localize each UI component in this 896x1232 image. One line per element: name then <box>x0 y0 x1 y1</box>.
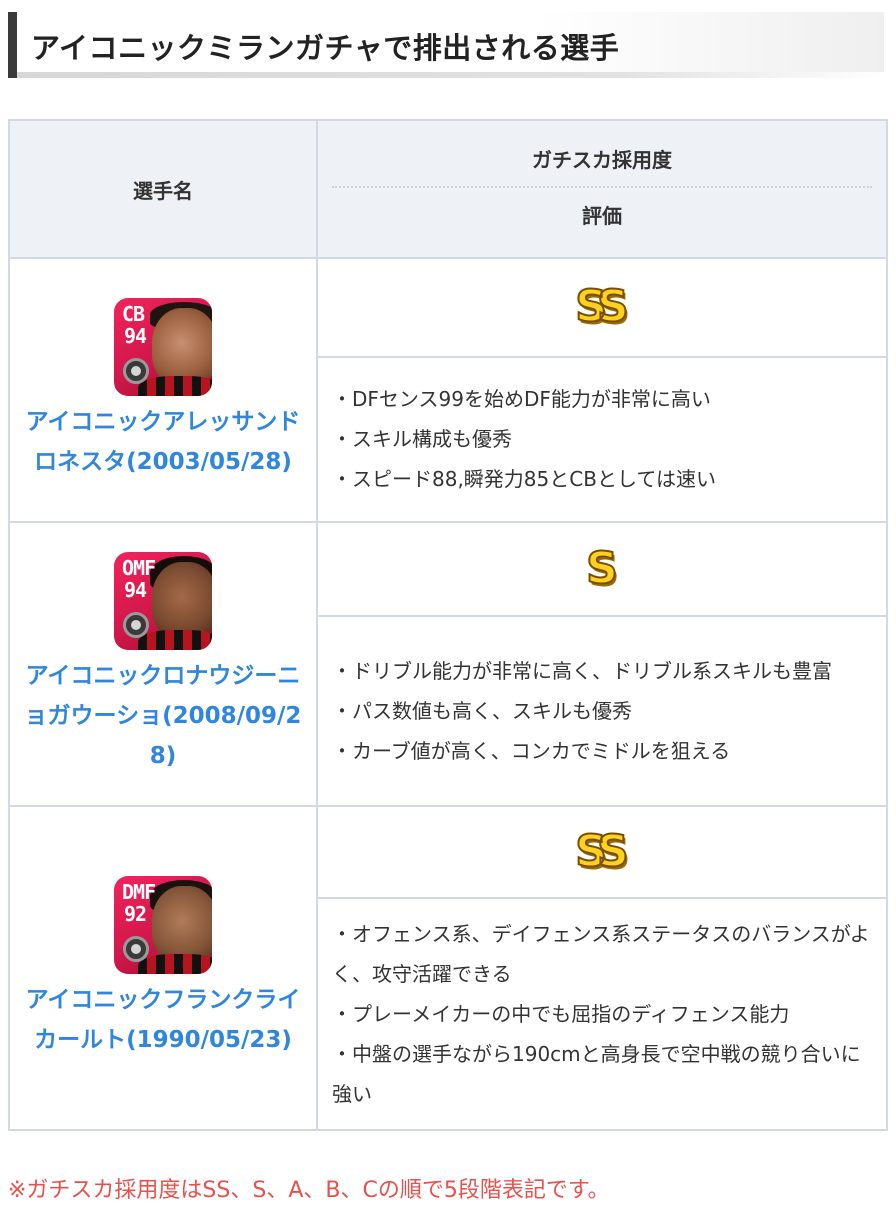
player-card-image[interactable]: CB 94 <box>114 298 212 396</box>
description-line: ・カーブ値が高く、コンカでミドルを狙える <box>332 739 731 763</box>
table-row: DMF 92 アイコニックフランクライカールト(1990/05/23) SS <box>8 805 888 1131</box>
player-portrait <box>152 886 212 964</box>
card-badge-icon <box>123 358 149 384</box>
card-badge-icon <box>123 612 149 638</box>
player-portrait <box>152 308 212 386</box>
player-name-link[interactable]: アイコニックフランクライカールト(1990/05/23) <box>10 980 316 1060</box>
description-line: ・パス数値も高く、スキルも優秀 <box>332 699 632 723</box>
player-cell: DMF 92 アイコニックフランクライカールト(1990/05/23) <box>8 805 318 1131</box>
header-adoption-label: ガチスカ採用度 <box>532 148 672 172</box>
player-rating: 92 <box>124 902 147 926</box>
header-rating-label: 評価 <box>582 204 622 228</box>
rank-cell: SS <box>316 805 888 899</box>
player-name-link[interactable]: アイコニックロナウジーニョガウーショ(2008/09/28) <box>10 656 316 776</box>
rank-cell: S <box>316 521 888 617</box>
player-rating: 94 <box>124 324 147 348</box>
table-row: CB 94 アイコニックアレッサンドロネスタ(2003/05/28) SS <box>8 257 888 523</box>
player-position: DMF <box>122 880 156 904</box>
rank-badge-icon: SS <box>574 825 629 878</box>
player-card-image[interactable]: OMF 94 <box>114 552 212 650</box>
player-position: CB <box>122 302 145 326</box>
player-card-image[interactable]: DMF 92 <box>114 876 212 974</box>
player-name-link[interactable]: アイコニックアレッサンドロネスタ(2003/05/28) <box>10 402 316 482</box>
description-line: ・スピード88,瞬発力85とCBとしては速い <box>332 467 716 492</box>
footnote: ※ガチスカ採用度はSS、S、A、B、Cの順で5段階表記です。 <box>8 1178 610 1203</box>
table-row: OMF 94 アイコニックロナウジーニョガウーショ(2008/09/28) S <box>8 521 888 807</box>
rank-badge-icon: SS <box>574 280 629 333</box>
header-evaluation: ガチスカ採用度 評価 <box>316 119 888 259</box>
card-badge-icon <box>123 936 149 962</box>
description-line: ・DFセンス99を始めDF能力が非常に高い <box>332 387 711 412</box>
player-rating: 94 <box>124 578 147 602</box>
description-line: ・オフェンス系、デイフェンス系ステータスのバランスがよく、攻守活躍できる <box>332 922 870 986</box>
description-cell: ・ドリブル能力が非常に高く、ドリブル系スキルも豊富 ・パス数値も高く、スキルも優… <box>316 615 888 807</box>
rank-badge-icon: S <box>585 542 619 595</box>
description-cell: ・オフェンス系、デイフェンス系ステータスのバランスがよく、攻守活躍できる ・プレ… <box>316 897 888 1131</box>
player-table: 選手名 ガチスカ採用度 評価 CB 94 アイコニックアレッサンドロネスタ(20… <box>8 119 888 1131</box>
description-line: ・ドリブル能力が非常に高く、ドリブル系スキルも豊富 <box>332 659 832 683</box>
player-cell: OMF 94 アイコニックロナウジーニョガウーショ(2008/09/28) <box>8 521 318 807</box>
table-header-row: 選手名 ガチスカ採用度 評価 <box>8 119 888 259</box>
player-cell: CB 94 アイコニックアレッサンドロネスタ(2003/05/28) <box>8 257 318 523</box>
description-cell: ・DFセンス99を始めDF能力が非常に高い ・スキル構成も優秀 ・スピード88,… <box>316 355 888 524</box>
description-line: ・プレーメイカーの中でも屈指のディフェンス能力 <box>332 1002 790 1026</box>
rank-cell: SS <box>316 257 888 358</box>
section-heading-text: アイコニックミランガチャで排出される選手 <box>31 31 620 65</box>
description-line: ・スキル構成も優秀 <box>332 427 512 452</box>
player-portrait <box>152 562 212 640</box>
header-player-name: 選手名 <box>8 119 318 259</box>
section-heading: アイコニックミランガチャで排出される選手 <box>8 12 884 78</box>
description-line: ・中盤の選手ながら190cmと高身長で空中戦の競り合いに強い <box>332 1042 861 1106</box>
player-position: OMF <box>122 556 156 580</box>
